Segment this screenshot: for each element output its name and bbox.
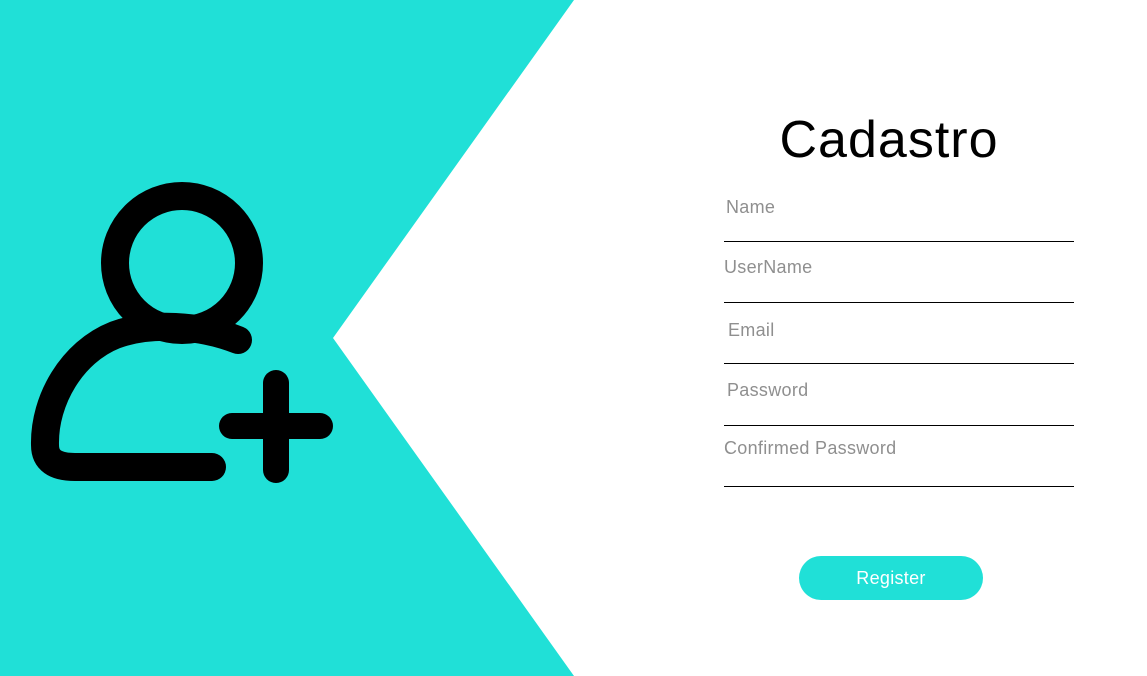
confirm-password-input[interactable] <box>724 439 1074 487</box>
register-page: Cadastro Name UserName Email Password Co… <box>0 0 1147 676</box>
name-input[interactable] <box>724 194 1074 242</box>
email-input[interactable] <box>724 316 1074 364</box>
register-button[interactable]: Register <box>799 556 983 600</box>
username-input[interactable] <box>724 255 1074 303</box>
page-title: Cadastro <box>779 111 999 169</box>
accent-chevron-shape <box>0 0 574 676</box>
password-input[interactable] <box>724 378 1074 426</box>
